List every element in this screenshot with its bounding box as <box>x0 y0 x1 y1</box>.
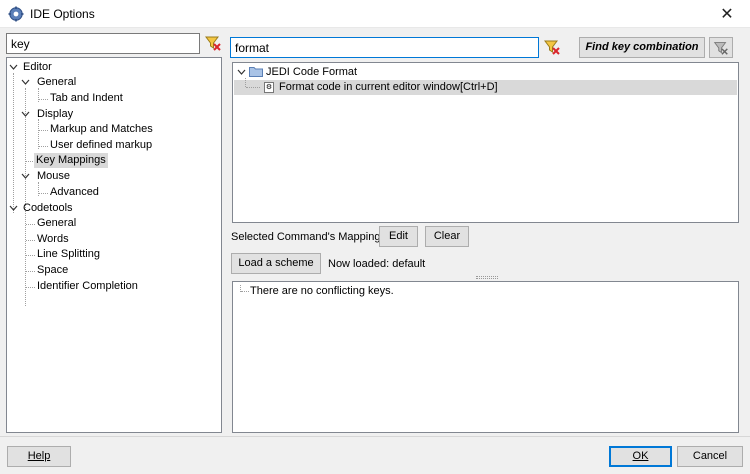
splitter-grip[interactable] <box>476 276 498 279</box>
find-key-combination-label: Find key combination <box>585 41 699 53</box>
tree-connector <box>38 119 39 149</box>
clear-filter-icon <box>544 40 560 55</box>
options-tree[interactable]: Editor General Tab and Indent Display Ma… <box>6 57 222 433</box>
command-row-format-code[interactable]: ⚙ Format code in current editor window [… <box>234 78 737 95</box>
command-filter-input[interactable] <box>230 37 539 58</box>
chevron-down-icon[interactable] <box>9 204 18 213</box>
clear-filter-gray-icon <box>713 42 728 55</box>
tree-connector <box>26 271 35 272</box>
clear-filter-icon <box>205 36 221 51</box>
close-window-button[interactable]: ✕ <box>704 0 750 28</box>
ok-button[interactable]: OK <box>609 446 672 467</box>
tree-item-identifier-completion[interactable]: Identifier Completion <box>37 279 138 294</box>
tree-connector <box>26 224 35 225</box>
chevron-down-icon[interactable] <box>9 63 18 72</box>
chevron-down-icon[interactable] <box>237 68 246 77</box>
tree-item-advanced[interactable]: Advanced <box>50 185 99 200</box>
clear-command-filter-button[interactable] <box>542 37 562 57</box>
clear-label: Clear <box>433 230 461 242</box>
ide-options-gear-icon <box>8 6 24 22</box>
tree-connector <box>246 87 260 88</box>
tree-connector <box>26 287 35 288</box>
tree-item-key-mappings[interactable]: Key Mappings <box>34 153 108 168</box>
command-group-jedi-code-format[interactable]: JEDI Code Format <box>266 65 357 80</box>
tree-item-editor[interactable]: Editor <box>23 60 52 75</box>
tree-connector <box>39 99 48 100</box>
edit-label: Edit <box>389 230 408 242</box>
tree-item-tab-and-indent[interactable]: Tab and Indent <box>50 91 123 106</box>
tree-item-codetools-general[interactable]: General <box>37 216 76 231</box>
help-button[interactable]: Help <box>7 446 71 467</box>
now-loaded-label: Now loaded: default <box>328 258 426 270</box>
tree-connector <box>25 88 26 306</box>
no-conflicts-message: There are no conflicting keys. <box>250 285 394 297</box>
chevron-down-icon[interactable] <box>21 110 30 119</box>
chevron-down-icon[interactable] <box>21 172 30 181</box>
command-tree[interactable]: JEDI Code Format ⚙ Format code in curren… <box>232 62 739 223</box>
tree-item-space[interactable]: Space <box>37 263 68 278</box>
tree-connector <box>39 193 48 194</box>
tree-connector <box>241 291 249 292</box>
title-bar: IDE Options ✕ <box>0 0 750 28</box>
tree-item-general[interactable]: General <box>37 75 76 90</box>
clear-key-combination-filter-button[interactable] <box>709 37 733 58</box>
clear-mapping-button[interactable]: Clear <box>425 226 469 247</box>
tree-connector <box>39 130 48 131</box>
tree-item-display[interactable]: Display <box>37 107 73 122</box>
tree-connector <box>26 255 35 256</box>
load-scheme-button[interactable]: Load a scheme <box>231 253 321 274</box>
cancel-label: Cancel <box>692 450 728 462</box>
help-label: Help <box>27 450 51 462</box>
tree-connector <box>13 73 14 213</box>
tree-item-line-splitting[interactable]: Line Splitting <box>37 247 100 262</box>
edit-mapping-button[interactable]: Edit <box>379 226 418 247</box>
window-title: IDE Options <box>30 7 95 21</box>
cancel-button[interactable]: Cancel <box>677 446 743 467</box>
tree-item-words[interactable]: Words <box>37 232 69 247</box>
chevron-down-icon[interactable] <box>21 78 30 87</box>
folder-icon <box>249 66 263 77</box>
ok-label: OK <box>632 450 649 462</box>
selected-command-mapping-label: Selected Command's Mapping <box>231 231 381 243</box>
command-icon: ⚙ <box>264 82 274 93</box>
close-icon: ✕ <box>720 4 734 23</box>
conflicting-keys-panel[interactable]: There are no conflicting keys. <box>232 281 739 433</box>
command-shortcut: [Ctrl+D] <box>460 81 498 93</box>
tree-item-markup-and-matches[interactable]: Markup and Matches <box>50 122 153 137</box>
tree-item-mouse[interactable]: Mouse <box>37 169 70 184</box>
tree-item-codetools[interactable]: Codetools <box>23 201 73 216</box>
tree-connector <box>245 78 246 87</box>
find-key-combination-button[interactable]: Find key combination <box>579 37 705 58</box>
tree-connector <box>26 240 35 241</box>
tree-item-user-defined-markup[interactable]: User defined markup <box>50 138 152 153</box>
clear-options-filter-button[interactable] <box>203 33 223 53</box>
command-label: Format code in current editor window <box>279 81 460 93</box>
load-scheme-label: Load a scheme <box>238 257 314 269</box>
tree-connector <box>39 146 48 147</box>
options-filter-input[interactable] <box>6 33 200 54</box>
footer-divider <box>0 436 750 437</box>
